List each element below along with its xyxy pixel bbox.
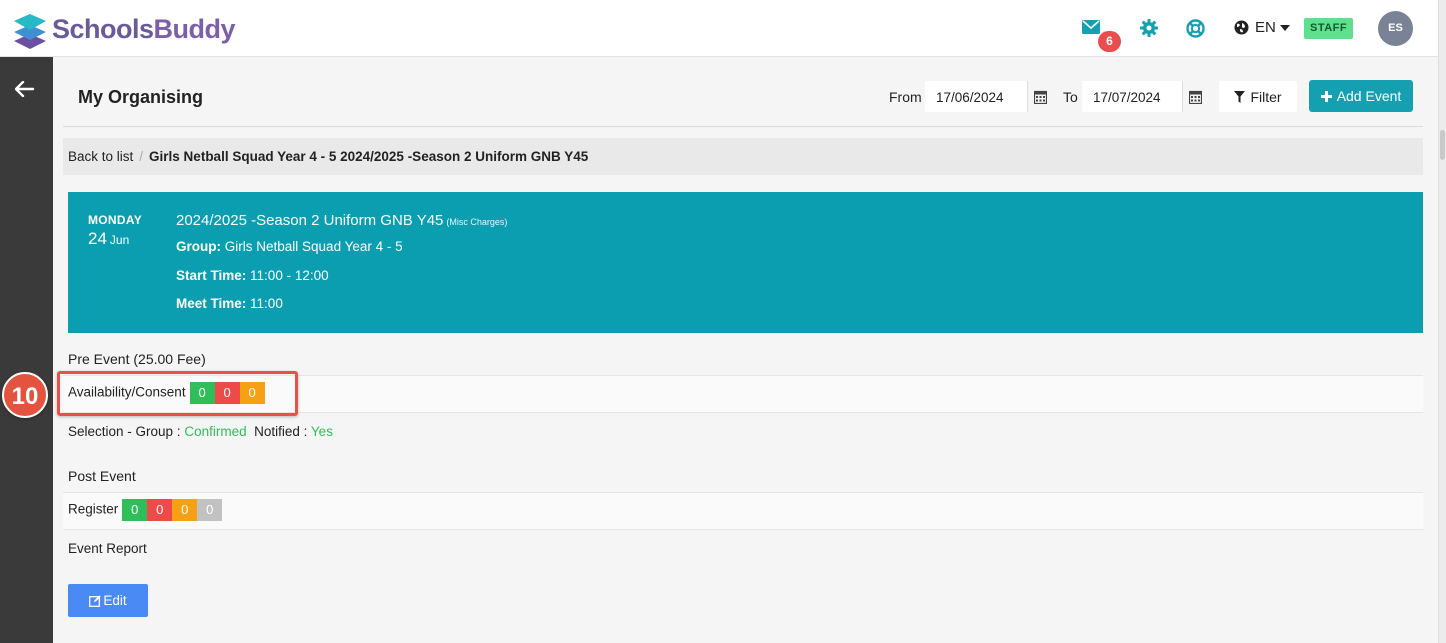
selection-label: Selection - Group : (68, 424, 181, 439)
from-calendar-button[interactable] (1027, 81, 1053, 112)
event-start-time: Start Time: 11:00 - 12:00 (176, 268, 329, 283)
avatar[interactable]: ES (1378, 11, 1413, 46)
event-weekday: MONDAY (88, 213, 143, 227)
plus-icon (1320, 90, 1332, 102)
envelope-icon[interactable] (1082, 20, 1100, 34)
event-title: 2024/2025 -Season 2 Uniform GNB Y45 (Misc… (176, 212, 508, 229)
divider (63, 126, 1423, 127)
filter-button[interactable]: Filter (1219, 81, 1297, 112)
breadcrumb-back-link[interactable]: Back to list (68, 149, 133, 164)
annotation-highlight-box (57, 371, 298, 416)
event-group: Group: Girls Netball Squad Year 4 - 5 (176, 239, 403, 254)
globe-icon (1234, 20, 1249, 35)
annotation-step-number: 10 (2, 372, 48, 418)
message-count-badge: 6 (1098, 31, 1121, 52)
selection-value: Confirmed (184, 424, 247, 439)
page-scrollbar[interactable] (1438, 0, 1446, 643)
to-calendar-button[interactable] (1182, 81, 1208, 112)
page-title: My Organising (78, 87, 204, 107)
event-day: 24 (88, 229, 107, 248)
breadcrumb: Back to list / Girls Netball Squad Year 4 … (63, 138, 1423, 175)
selection-status: Selection - Group : Confirmed Notified :… (68, 424, 333, 439)
from-date-input[interactable]: 17/06/2024 (925, 81, 1027, 112)
top-bar: SchoolsBuddy 6 EN STAFF ES (0, 0, 1438, 57)
event-meet-time: Meet Time: 11:00 (176, 296, 283, 311)
register-label: Register (68, 501, 119, 517)
language-selector[interactable]: EN (1234, 19, 1290, 36)
add-event-button[interactable]: Add Event (1309, 80, 1413, 112)
filter-icon (1234, 90, 1246, 103)
left-sidebar (0, 57, 53, 643)
main-content: My Organising From 17/06/2024 To 17/07/2… (53, 57, 1438, 643)
filter-label: Filter (1250, 88, 1282, 105)
scrollbar-thumb[interactable] (1440, 130, 1445, 160)
edit-icon (89, 594, 102, 607)
register[interactable]: Register 0 0 0 0 (68, 499, 223, 521)
register-unmarked-count: 0 (197, 499, 223, 521)
notified-label: Notified : (254, 424, 308, 439)
to-label: To (1063, 89, 1078, 105)
calendar-icon (1189, 90, 1202, 104)
event-month: Jun (109, 233, 130, 247)
edit-label: Edit (103, 593, 127, 608)
edit-button[interactable]: Edit (68, 584, 148, 617)
add-event-label: Add Event (1336, 88, 1402, 104)
from-label: From (889, 89, 922, 105)
register-row (63, 492, 1423, 530)
pre-event-heading: Pre Event (25.00 Fee) (68, 351, 206, 367)
breadcrumb-current: Girls Netball Squad Year 4 - 5 2024/2025… (149, 149, 589, 164)
language-label: EN (1255, 19, 1276, 36)
caret-down-icon (1279, 24, 1290, 31)
logo-mark-icon (14, 14, 46, 49)
post-event-heading: Post Event (68, 468, 136, 484)
register-counts: 0000 (122, 499, 223, 521)
gear-icon[interactable] (1140, 19, 1158, 37)
breadcrumb-separator: / (139, 149, 144, 164)
logo-text: SchoolsBuddy (52, 13, 236, 44)
role-badge: STAFF (1304, 18, 1354, 39)
notified-value: Yes (310, 424, 333, 439)
lifebuoy-icon[interactable] (1186, 19, 1205, 38)
event-card: MONDAY 24 Jun 2024/2025 -Season 2 Uniform… (68, 192, 1423, 333)
back-arrow-icon[interactable] (15, 81, 35, 97)
app-logo[interactable]: SchoolsBuddy (12, 8, 236, 50)
to-date-input[interactable]: 17/07/2024 (1082, 81, 1182, 112)
register-absent-count: 0 (147, 499, 173, 521)
event-title-note: (Misc Charges) (446, 217, 508, 227)
register-present-count: 0 (122, 499, 148, 521)
calendar-icon (1034, 90, 1047, 104)
event-report-label: Event Report (68, 541, 147, 556)
register-late-count: 0 (172, 499, 198, 521)
event-date: 24 Jun (88, 229, 129, 249)
